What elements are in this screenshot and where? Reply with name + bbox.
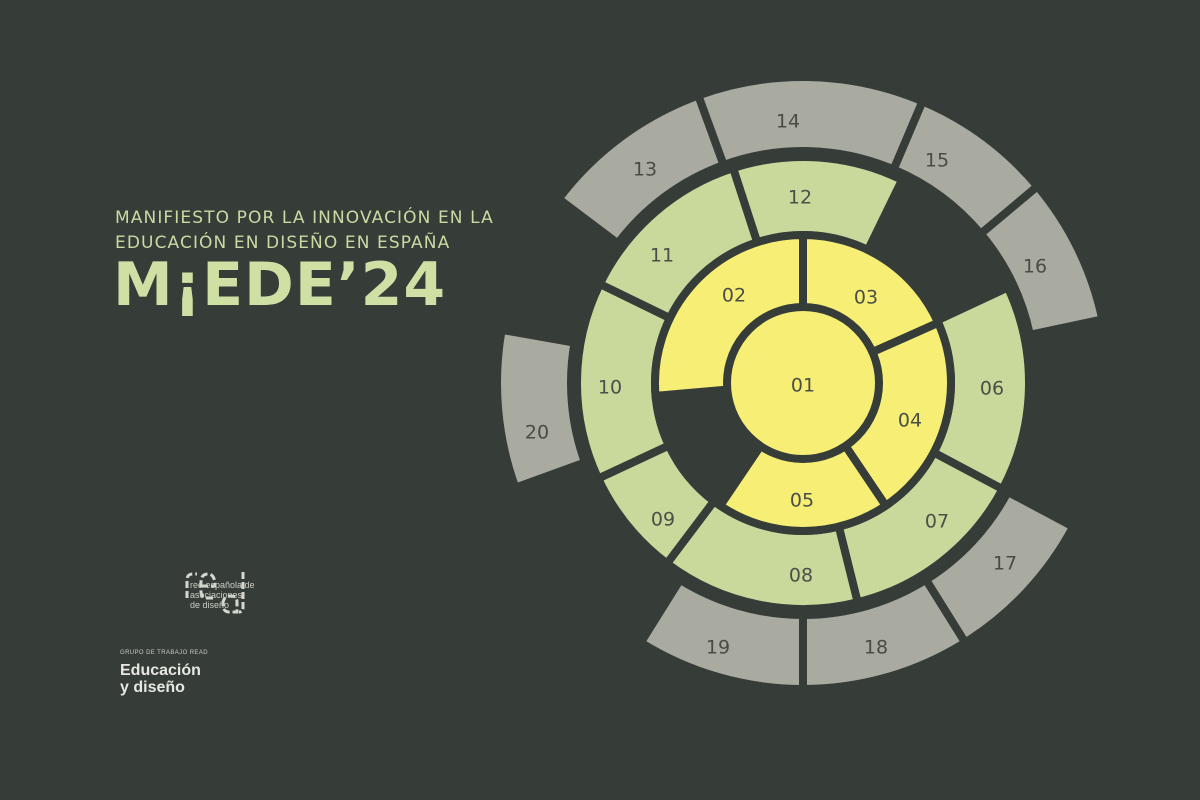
segment-20: [493, 325, 591, 493]
label-13: 13: [633, 159, 657, 181]
label-03: 03: [854, 287, 878, 309]
label-12: 12: [788, 187, 812, 209]
label-16: 16: [1023, 256, 1047, 278]
label-02: 02: [722, 285, 746, 307]
label-05: 05: [790, 490, 814, 512]
label-15: 15: [925, 150, 949, 172]
label-08: 08: [789, 565, 813, 587]
label-04: 04: [898, 410, 922, 432]
label-07: 07: [925, 511, 949, 533]
label-20: 20: [525, 422, 549, 444]
label-11: 11: [650, 245, 674, 267]
label-01: 01: [791, 375, 815, 397]
label-17: 17: [993, 553, 1017, 575]
label-18: 18: [864, 637, 888, 659]
label-14: 14: [776, 111, 800, 133]
label-09: 09: [651, 509, 675, 531]
label-10: 10: [598, 377, 622, 399]
manifesto-wheel-diagram: 01 02 03 04 05 06 07 08 09 10 11 12 13 14 15 16 17 18 19 20: [493, 73, 1108, 694]
label-06: 06: [980, 378, 1004, 400]
label-19: 19: [706, 637, 730, 659]
